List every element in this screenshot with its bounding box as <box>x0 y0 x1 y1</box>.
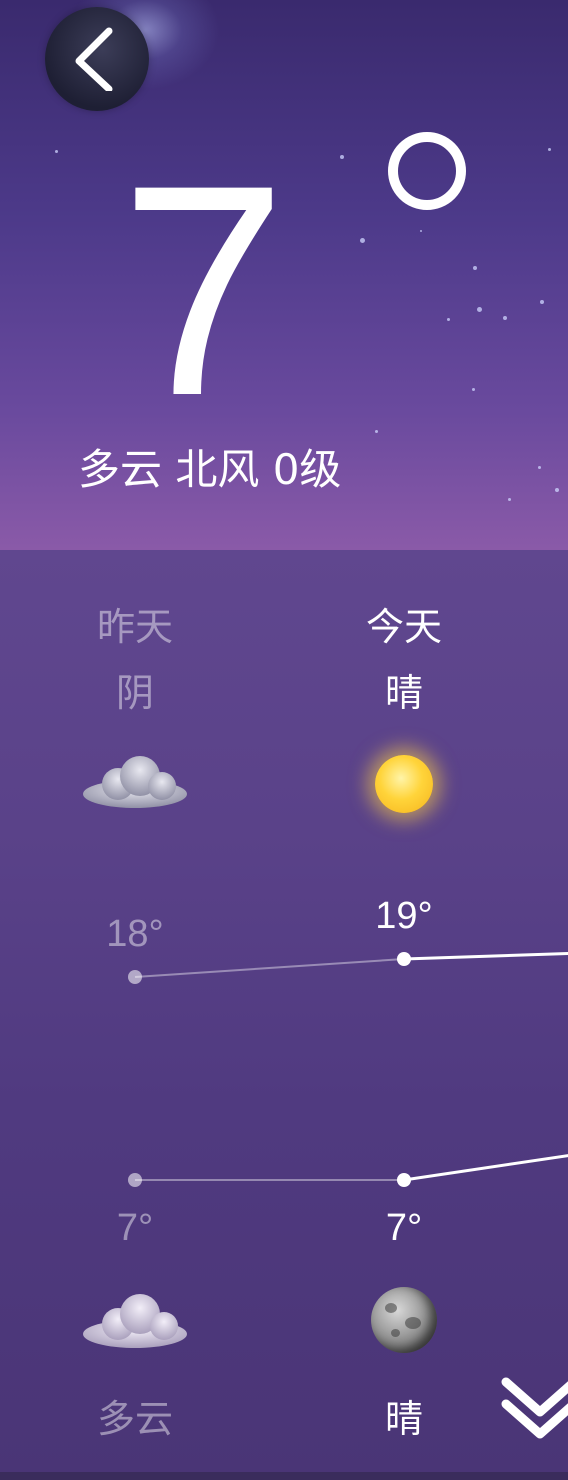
star <box>508 498 511 501</box>
star <box>538 466 541 469</box>
high-temp-label: 18° <box>106 913 164 955</box>
low-temp-point <box>397 1173 411 1187</box>
low-temp-label: 7° <box>116 1207 154 1249</box>
low-temp-point <box>128 1173 142 1187</box>
star <box>540 300 544 304</box>
star <box>447 318 450 321</box>
high-temp-point <box>397 952 411 966</box>
star <box>548 148 551 151</box>
double-chevron-down-icon[interactable] <box>500 1372 568 1442</box>
high-temp-line-segment <box>134 958 405 978</box>
chevron-left-icon <box>75 27 113 91</box>
star <box>555 488 559 492</box>
current-weather-header: 7 多云 北风 0级 <box>0 0 568 550</box>
forecast-panel: 昨天 阴 多云 今天 晴 晴 18° 19° 7° 7° <box>0 550 568 1480</box>
low-temp-label: 7° <box>385 1207 423 1249</box>
degree-symbol <box>388 132 466 210</box>
high-temp-line-segment <box>403 952 568 961</box>
current-temperature: 7 <box>120 122 287 458</box>
star <box>420 230 422 232</box>
star <box>473 266 477 270</box>
star <box>340 155 344 159</box>
high-temp-point <box>128 970 142 984</box>
current-condition: 多云 北风 0级 <box>78 445 342 494</box>
bottom-bar <box>0 1472 568 1480</box>
star <box>375 430 378 433</box>
star <box>472 388 475 391</box>
star <box>55 150 58 153</box>
star <box>503 316 507 320</box>
high-temp-label: 19° <box>375 895 433 937</box>
star <box>477 307 482 312</box>
low-temp-line-segment <box>403 1154 568 1182</box>
back-button[interactable] <box>45 7 149 111</box>
temperature-chart <box>128 952 568 1187</box>
star <box>360 238 365 243</box>
